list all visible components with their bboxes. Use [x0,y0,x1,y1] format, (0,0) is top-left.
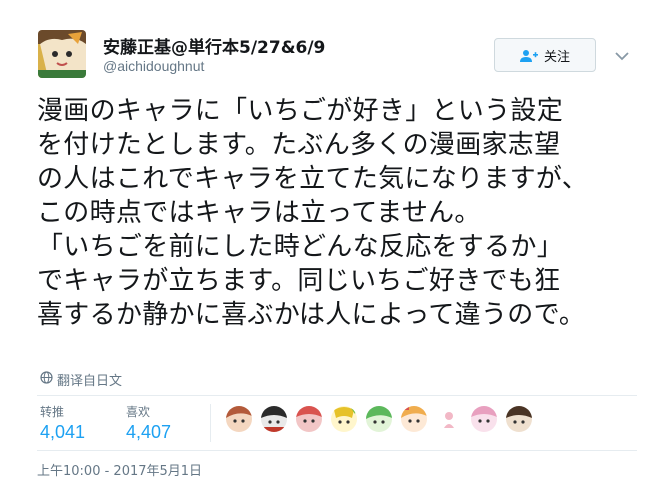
liker-avatar[interactable] [506,406,532,432]
liker-avatar[interactable] [331,406,357,432]
chevron-down-icon [615,46,629,65]
follow-button[interactable]: 关注 [494,38,596,72]
tweet-line: 「いちごを前にした時どんな反応をするか」 [37,232,564,262]
tweet-line: 漫画のキャラに「いちごが好き」という設定 [37,96,564,126]
author-display-name[interactable]: 安藤正基@単行本5/27&6/9 [103,33,325,58]
retweets-stat[interactable]: 转推 4,041 [40,403,85,443]
liker-avatar[interactable] [261,406,287,432]
follow-button-label: 关注 [543,49,570,65]
tweet-text: 漫画のキャラに「いちごが好き」という設定 を付けたとします。たぶん多くの漫画家志望… [37,94,637,332]
tweet-line: を付けたとします。たぶん多くの漫画家志望 [37,130,561,160]
add-user-icon [519,48,538,62]
tweet-line: でキャラが立ちます。同じいちご好きでも狂 [37,266,561,296]
author-handle[interactable]: @aichidoughnut [103,58,204,74]
liker-avatars [226,406,532,432]
tweet-line: この時点ではキャラは立ってません。 [37,198,481,228]
stats-vertical-divider [210,404,211,442]
translate-link[interactable]: 翻译自日文 [40,370,122,389]
tweet-timestamp[interactable]: 上午10:00 - 2017年5月1日 [37,460,202,479]
liker-avatar[interactable] [226,406,252,432]
liker-avatar[interactable] [471,406,497,432]
likes-label: 喜欢 [126,405,151,419]
likes-stat[interactable]: 喜欢 4,407 [126,403,171,443]
retweets-count: 4,041 [40,422,86,442]
tweet-line: の人はこれでキャラを立てた気になりますが、 [37,164,589,194]
translate-label: 翻译自日文 [57,374,123,389]
liker-avatar[interactable] [366,406,392,432]
retweets-label: 转推 [40,405,65,419]
liker-avatar[interactable] [436,406,462,432]
likes-count: 4,407 [126,422,172,442]
author-avatar[interactable] [38,30,86,78]
liker-avatar[interactable] [296,406,322,432]
stats-bottom-divider [37,450,637,451]
tweet-menu-button[interactable] [611,44,633,66]
globe-icon [40,371,53,388]
liker-avatar[interactable] [401,406,427,432]
stats-top-divider [37,395,637,396]
tweet-line: 喜するか静かに喜ぶかは人によって違うので。 [37,300,586,330]
